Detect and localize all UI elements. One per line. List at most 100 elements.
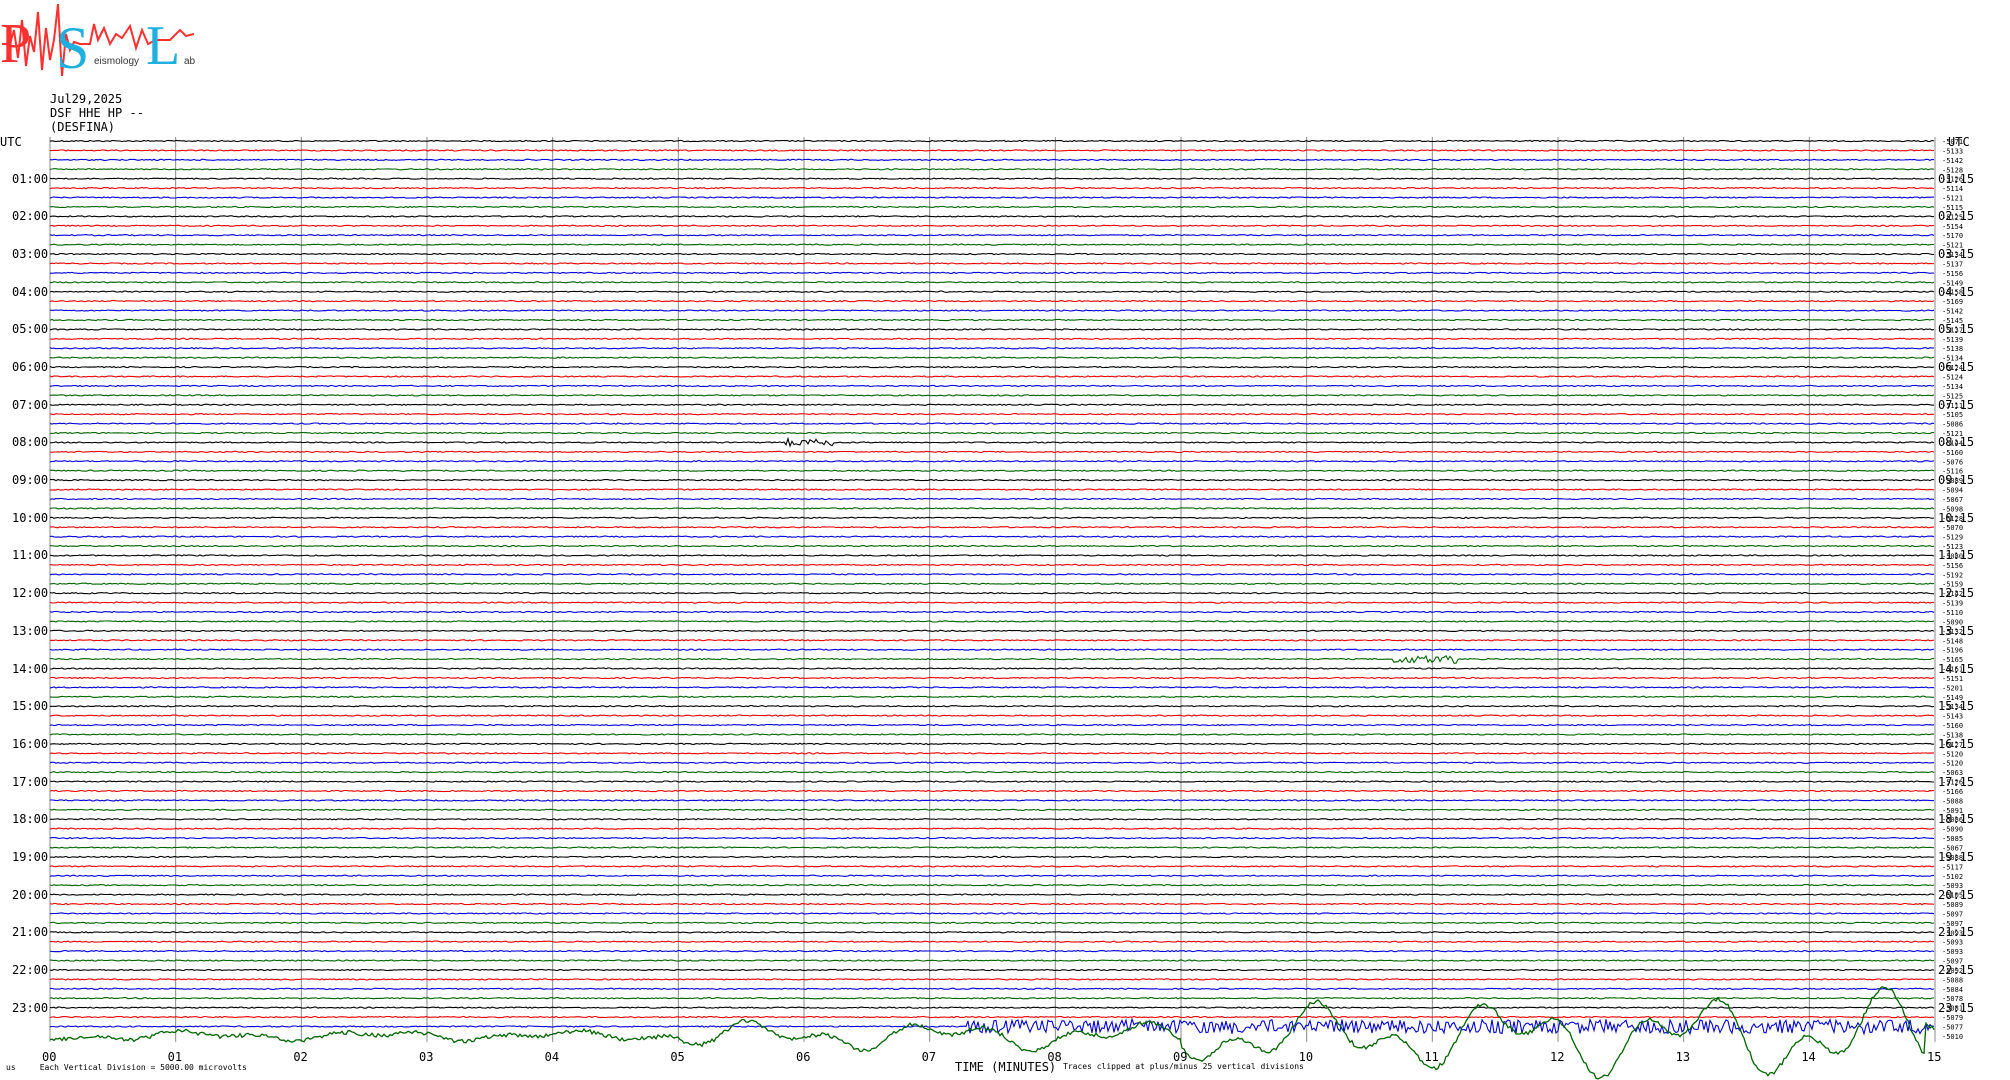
- seismic-trace: [49, 959, 1935, 962]
- hour-label-right: 13:15: [1938, 623, 1975, 638]
- seismic-trace: [49, 883, 1935, 887]
- seismic-trace: [49, 931, 1934, 934]
- seismic-trace: [49, 299, 1935, 303]
- seismic-trace: [49, 139, 1935, 143]
- trace-offset-label: -5134: [1942, 383, 1963, 391]
- seismic-trace: [49, 224, 1935, 228]
- seismic-trace: [49, 742, 1934, 746]
- seismic-trace: [49, 846, 1935, 849]
- hour-label-left: 19:00: [12, 849, 49, 864]
- trace-offset-label: -5143: [1942, 713, 1963, 721]
- trace-offset-label: -5079: [1942, 1014, 1963, 1022]
- seismic-trace: [49, 309, 1935, 312]
- seismic-trace: [49, 318, 1935, 322]
- corner-mark: us: [6, 1063, 16, 1072]
- vertical-division-note: Each Vertical Division = 5000.00 microvo…: [39, 1063, 247, 1072]
- seismic-trace: [49, 1017, 1935, 1036]
- footer-scale-note: us Each Vertical Division = 5000.00 micr…: [6, 1063, 247, 1072]
- trace-offset-label: -5138: [1942, 345, 1963, 353]
- seismic-trace: [49, 516, 1935, 520]
- trace-offset-label: -5114: [1942, 185, 1963, 193]
- seismic-trace: [49, 601, 1935, 604]
- seismic-trace: [50, 525, 1935, 529]
- trace-offset-label: -5192: [1942, 571, 1963, 579]
- x-tick-label: 00: [42, 1050, 57, 1064]
- clip-note: Traces clipped at plus/minus 25 vertical…: [1063, 1062, 1304, 1071]
- hour-label-left: 13:00: [12, 623, 49, 638]
- seismic-trace: [49, 836, 1935, 840]
- trace-offset-label: -5090: [1942, 826, 1963, 834]
- trace-offset-label: -5102: [1942, 873, 1963, 881]
- trace-offset-label: -5120: [1942, 750, 1963, 758]
- seismic-trace: [49, 168, 1935, 171]
- hour-label-left: 05:00: [12, 322, 49, 337]
- trace-offset-label: -5139: [1942, 336, 1963, 344]
- hour-label-left: 06:00: [12, 360, 49, 375]
- hour-label-right: 09:15: [1938, 473, 1975, 488]
- hour-label-right: 20:15: [1938, 887, 1975, 902]
- hour-label-left: 11:00: [12, 548, 49, 563]
- trace-offset-label: -5142: [1942, 308, 1963, 316]
- hour-label-right: 02:15: [1938, 209, 1975, 224]
- seismic-trace: [49, 695, 1935, 699]
- x-tick-label: 13: [1675, 1050, 1691, 1064]
- trace-offset-label: -5117: [1942, 863, 1963, 871]
- seismic-trace: [49, 591, 1935, 595]
- hour-label-right: 06:15: [1938, 360, 1975, 375]
- hour-label-right: 01:15: [1938, 171, 1975, 186]
- seismic-trace: [49, 460, 1935, 463]
- hour-label-left: 08:00: [12, 435, 49, 450]
- seismic-trace: [49, 780, 1934, 783]
- trace-offset-label: -5166: [1942, 788, 1963, 796]
- seismic-trace: [49, 978, 1935, 981]
- trace-offset-label: -5148: [1942, 637, 1963, 645]
- x-tick-label: 14: [1801, 1050, 1816, 1064]
- seismic-trace: [49, 620, 1935, 623]
- x-tick-label: 03: [419, 1050, 434, 1064]
- seismic-trace: [49, 912, 1935, 915]
- trace-offset-label: -5142: [1942, 157, 1963, 165]
- hour-label-right: 18:15: [1938, 812, 1975, 827]
- seismic-trace: [49, 582, 1935, 585]
- seismic-trace: [49, 940, 1935, 943]
- trace-offset-label: -5151: [1942, 675, 1963, 683]
- hour-label-right: 16:15: [1938, 736, 1975, 751]
- hour-label-right: 05:15: [1938, 322, 1975, 337]
- seismic-trace: [49, 422, 1935, 425]
- trace-offset-label: -5076: [1942, 458, 1963, 466]
- seismic-trace: [49, 215, 1935, 218]
- seismic-trace: [49, 648, 1935, 651]
- seismic-trace: [49, 827, 1935, 830]
- hour-label-left: 22:00: [12, 962, 49, 977]
- trace-offset-label: -5088: [1942, 797, 1963, 805]
- seismic-trace: [49, 158, 1935, 162]
- trace-offset-label: -5160: [1942, 722, 1963, 730]
- seismic-trace: [49, 262, 1935, 265]
- seismic-trace: [49, 902, 1935, 906]
- seismic-trace: [49, 450, 1935, 454]
- seismic-trace: [49, 233, 1935, 237]
- seismic-trace: [49, 629, 1935, 633]
- seismic-trace: [49, 205, 1935, 209]
- hour-label-left: 16:00: [12, 736, 49, 751]
- hour-label-right: 14:15: [1938, 661, 1975, 676]
- trace-offset-label: -5110: [1942, 609, 1963, 617]
- seismic-trace: [49, 789, 1935, 793]
- trace-offset-label: -5070: [1942, 524, 1963, 532]
- seismic-trace: [49, 865, 1935, 868]
- x-tick-label: 11: [1424, 1050, 1439, 1064]
- seismic-trace: [49, 752, 1935, 755]
- seismic-trace: [49, 431, 1935, 435]
- seismic-trace: [49, 394, 1935, 397]
- seismic-trace: [49, 497, 1935, 501]
- trace-offset-label: -5169: [1942, 298, 1963, 306]
- trace-offset-label: -5088: [1942, 976, 1963, 984]
- seismic-trace: [49, 403, 1935, 406]
- seismic-trace: [49, 654, 1935, 664]
- seismic-trace: [49, 987, 1935, 991]
- hour-label-right: 19:15: [1938, 849, 1975, 864]
- x-tick-label: 01: [167, 1050, 183, 1064]
- trace-offset-label: -5010: [1942, 1033, 1963, 1041]
- hour-label-right: 17:15: [1938, 774, 1975, 789]
- trace-offset-label: -5097: [1942, 910, 1963, 918]
